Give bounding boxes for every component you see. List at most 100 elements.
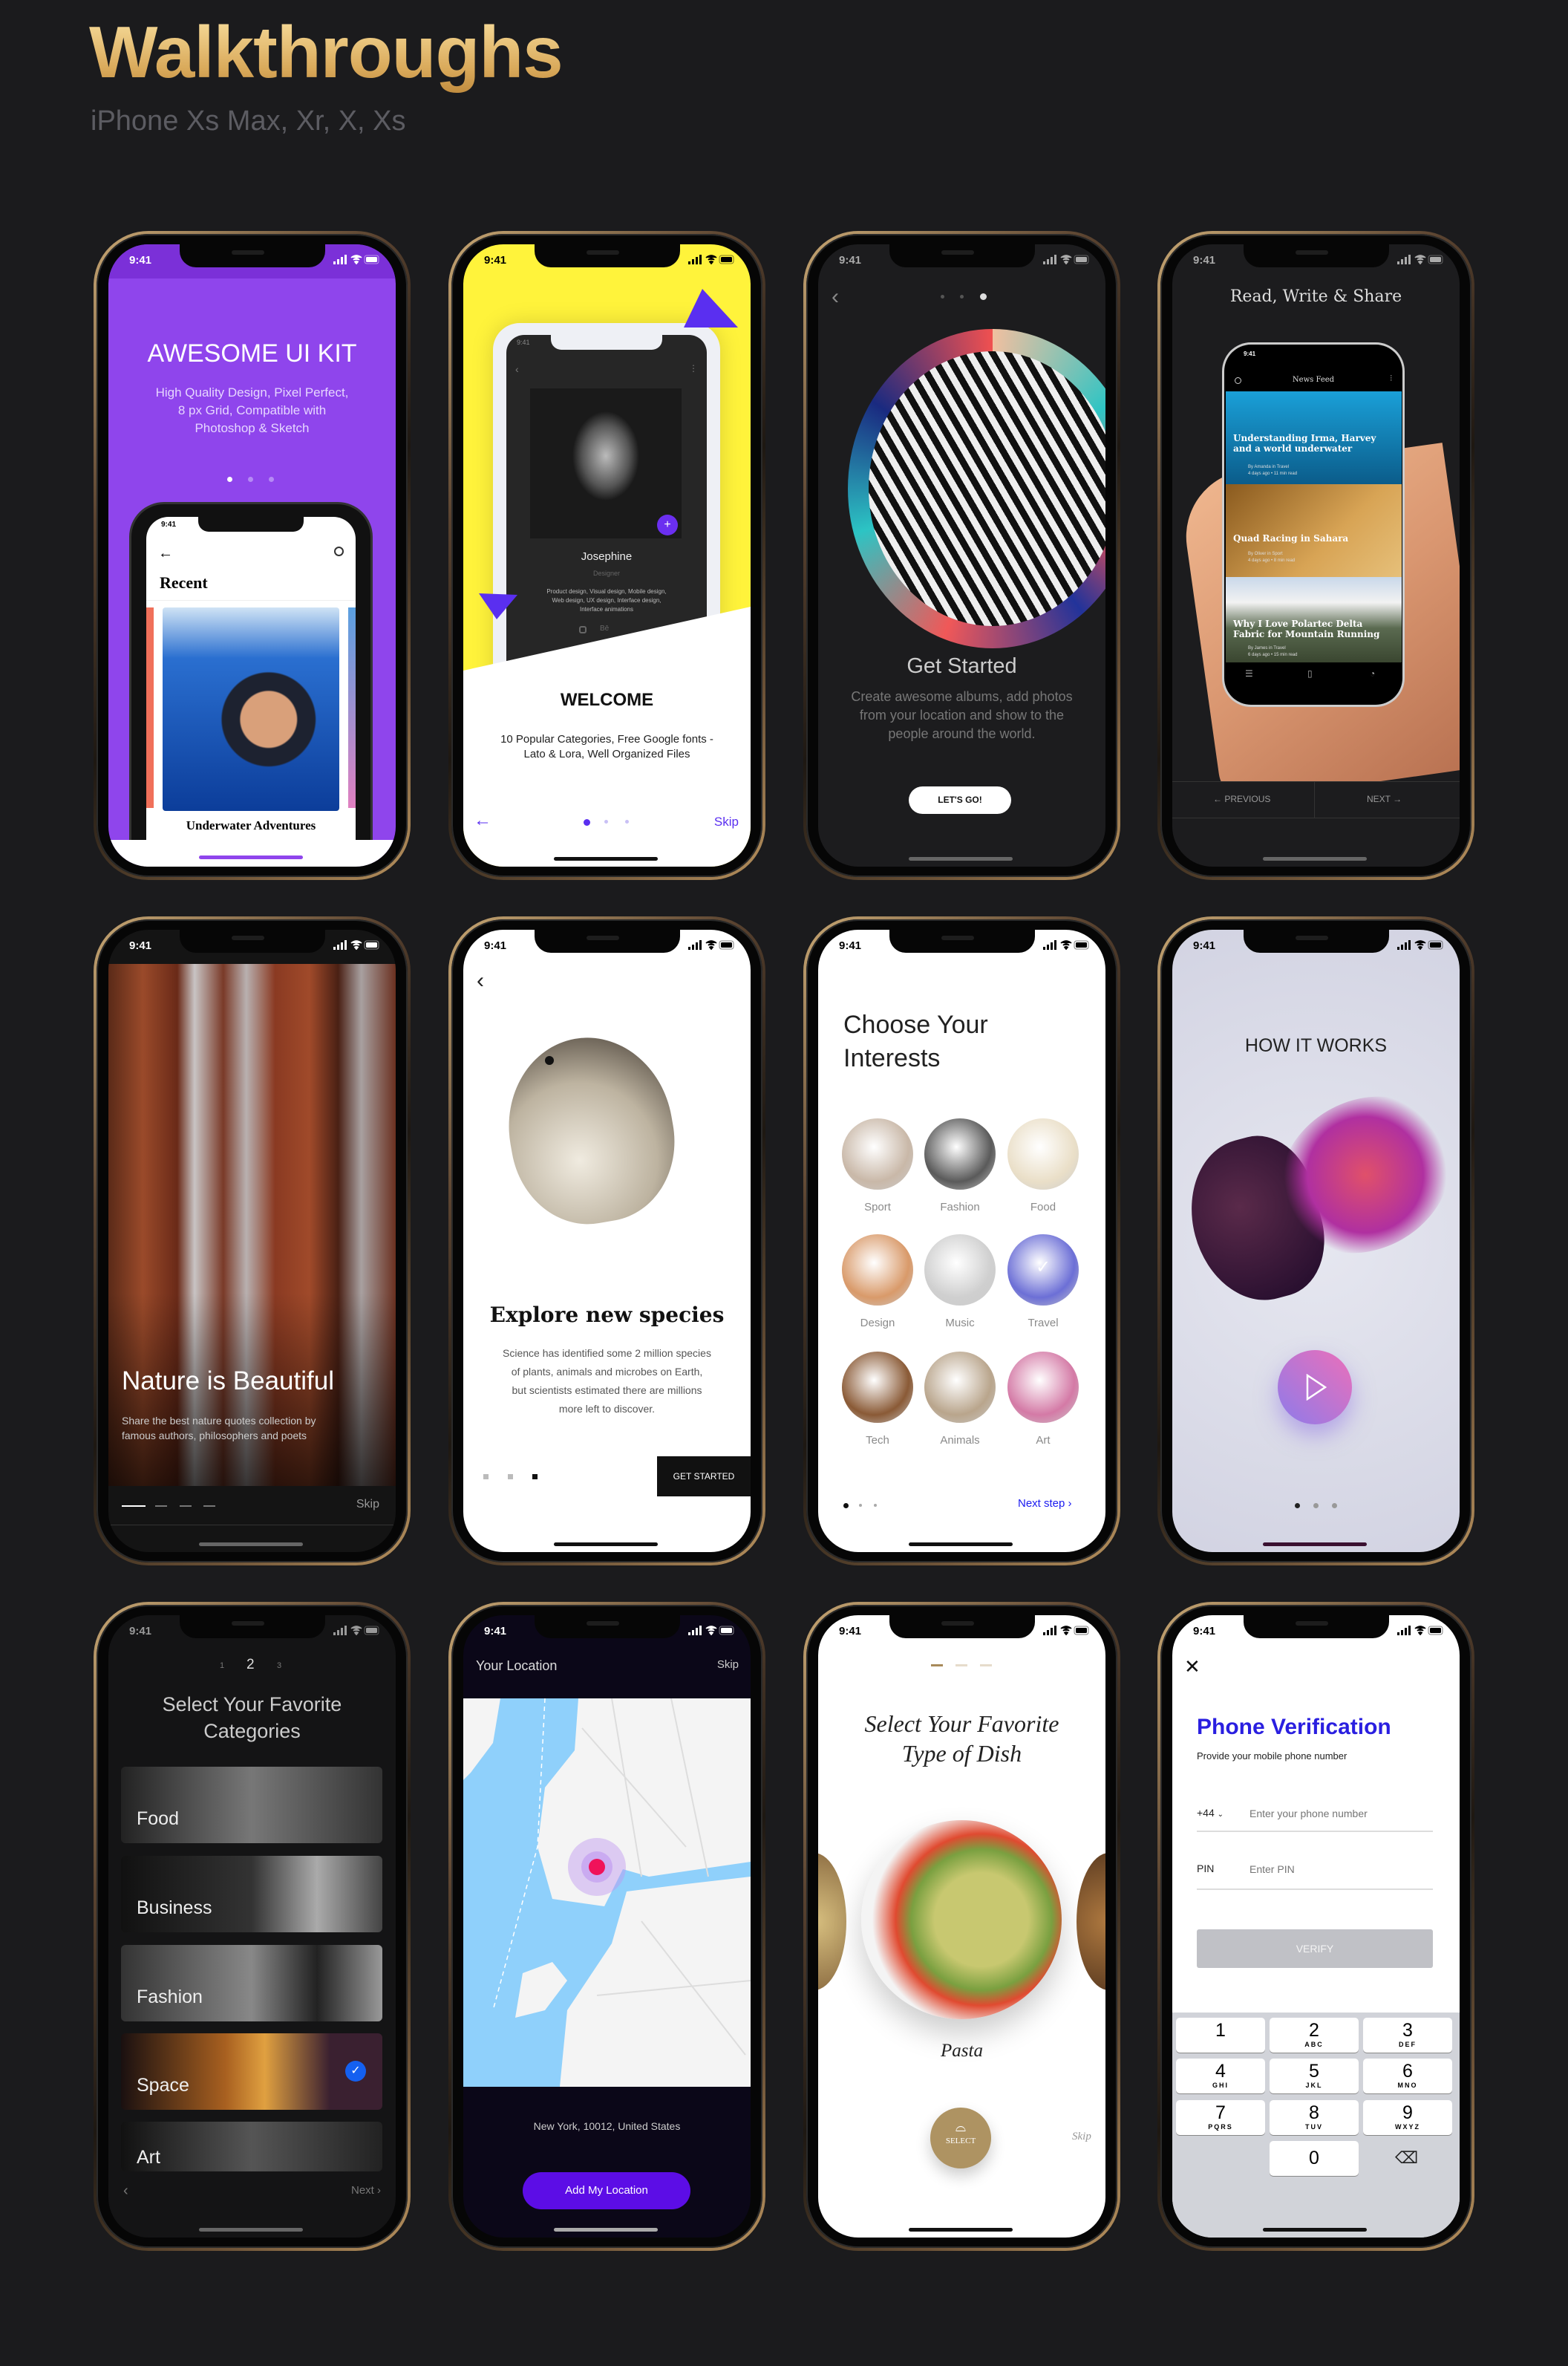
category-food[interactable]: Food: [121, 1767, 382, 1843]
filter-icon[interactable]: ⫶: [1390, 374, 1392, 384]
page-dash[interactable]: [203, 1505, 215, 1507]
backspace-icon[interactable]: ⌫: [1395, 2148, 1418, 2168]
screen: 9:41 Choose Your Interests Sport Fashion Fo…: [818, 930, 1105, 1552]
back-chevron-icon[interactable]: ‹: [832, 284, 839, 310]
pin-input[interactable]: [1250, 1860, 1431, 1879]
category-art[interactable]: Art: [121, 2122, 382, 2171]
interest-music[interactable]: [924, 1234, 996, 1306]
home-indicator: [909, 1542, 1013, 1546]
page-dash-active[interactable]: [122, 1505, 146, 1507]
page-dash-active[interactable]: [931, 1664, 943, 1666]
page-dot[interactable]: [269, 477, 274, 482]
interest-tech[interactable]: [842, 1352, 913, 1423]
page-dash[interactable]: [180, 1505, 192, 1507]
key-0[interactable]: 0: [1270, 2141, 1359, 2176]
status-icons: [1043, 1626, 1089, 1636]
page-dot[interactable]: [604, 820, 608, 824]
page-dot-active[interactable]: [1295, 1503, 1300, 1508]
key-8[interactable]: 8 TUV: [1270, 2100, 1359, 2135]
dish-option[interactable]: [1077, 1853, 1105, 1990]
page-dot-active[interactable]: [843, 1503, 849, 1508]
key-4[interactable]: 4 GHI: [1176, 2059, 1265, 2093]
play-button[interactable]: [1278, 1350, 1352, 1424]
page-dot-active[interactable]: [980, 293, 987, 300]
interest-food[interactable]: [1007, 1118, 1079, 1190]
key-5[interactable]: 5 JKL: [1270, 2059, 1359, 2093]
page-dot[interactable]: [1332, 1503, 1337, 1508]
back-chevron-icon[interactable]: ‹: [477, 968, 484, 994]
category-business[interactable]: Business: [121, 1856, 382, 1932]
back-arrow-icon[interactable]: ←: [474, 810, 491, 831]
dish-option[interactable]: [818, 1853, 846, 1990]
page-square[interactable]: [508, 1474, 513, 1479]
get-started-button[interactable]: GET STARTED: [657, 1456, 751, 1496]
interest-art[interactable]: [1007, 1352, 1079, 1423]
page-title: Walkthroughs: [89, 11, 564, 93]
page-dash[interactable]: [155, 1505, 167, 1507]
phone-number-input[interactable]: [1250, 1804, 1431, 1823]
walkthrough-title: Get Started: [906, 654, 1017, 678]
verify-button[interactable]: VERIFY: [1197, 1929, 1433, 1968]
interest-sport[interactable]: [842, 1118, 913, 1190]
key-6[interactable]: 6 MNO: [1363, 2059, 1452, 2093]
country-code-select[interactable]: +44 ⌄: [1197, 1807, 1224, 1819]
page-dot-active[interactable]: [584, 819, 590, 826]
bell-icon[interactable]: ◔: [1370, 668, 1375, 679]
key-letters: JKL: [1305, 2082, 1323, 2089]
key-2[interactable]: 2 ABC: [1270, 2018, 1359, 2053]
interest-animals[interactable]: [924, 1352, 996, 1423]
screen: 9:41 ‹ Get Started Create awesome albums…: [818, 244, 1105, 867]
page-square-active[interactable]: [532, 1474, 538, 1479]
zebra-image: [848, 329, 1105, 648]
home-indicator: [554, 857, 658, 861]
article-card[interactable]: Understanding Irma, Harvey and a world un…: [1226, 391, 1402, 484]
key-1[interactable]: 1: [1176, 2018, 1265, 2053]
key-3[interactable]: 3 DEF: [1363, 2018, 1452, 2053]
step-number[interactable]: 3: [277, 1661, 281, 1670]
category-fashion[interactable]: Fashion: [121, 1945, 382, 2021]
menu-icon[interactable]: ☰: [1245, 668, 1253, 679]
key-9[interactable]: 9 WXYZ: [1363, 2100, 1452, 2135]
interest-design[interactable]: [842, 1234, 913, 1306]
page-dot[interactable]: [625, 820, 629, 824]
next-button[interactable]: NEXT →: [1367, 794, 1402, 804]
card-image[interactable]: [163, 607, 339, 811]
skip-button[interactable]: Skip: [717, 1658, 739, 1671]
page-dash[interactable]: [956, 1664, 967, 1666]
lets-go-button[interactable]: LET'S GO!: [909, 786, 1011, 814]
back-chevron-icon[interactable]: ‹: [123, 2183, 128, 2200]
back-arrow-icon[interactable]: ←: [158, 545, 173, 562]
page-dot-active[interactable]: [227, 477, 232, 482]
page-dot[interactable]: [248, 477, 253, 482]
add-my-location-button[interactable]: Add My Location: [523, 2172, 690, 2209]
page-square[interactable]: [483, 1474, 489, 1479]
category-space[interactable]: Space ✓: [121, 2033, 382, 2110]
page-dot[interactable]: [960, 295, 964, 299]
skip-button[interactable]: Skip: [714, 815, 739, 830]
previous-button[interactable]: ← PREVIOUS: [1213, 794, 1270, 804]
page-dot[interactable]: [874, 1504, 877, 1507]
article-card[interactable]: Why I Love Polartec Delta Fabric for Moun…: [1226, 577, 1402, 662]
location-pin-icon[interactable]: [589, 1859, 605, 1875]
inner-status-time: 9:41: [161, 521, 177, 529]
page-dot[interactable]: [859, 1504, 862, 1507]
dish-pasta-image[interactable]: [861, 1820, 1062, 2019]
page-dot[interactable]: [1313, 1503, 1319, 1508]
interest-travel[interactable]: ✓: [1007, 1234, 1079, 1306]
article-card[interactable]: Quad Racing in Sahara By Oliver in Sport…: [1226, 484, 1402, 577]
skip-button[interactable]: Skip: [356, 1498, 379, 1511]
step-number[interactable]: 1: [220, 1661, 224, 1670]
next-step-button[interactable]: Next step ›: [1018, 1497, 1072, 1510]
interest-fashion[interactable]: [924, 1118, 996, 1190]
search-icon[interactable]: [334, 547, 344, 556]
book-icon[interactable]: ▯: [1307, 668, 1313, 679]
wifi-icon: [705, 1626, 717, 1636]
skip-button[interactable]: Skip: [1072, 2131, 1091, 2143]
page-dot[interactable]: [941, 295, 944, 299]
step-number-active[interactable]: 2: [246, 1657, 255, 1673]
next-button[interactable]: Next ›: [351, 2184, 381, 2197]
key-7[interactable]: 7 PQRS: [1176, 2100, 1265, 2135]
close-icon[interactable]: ✕: [1184, 1655, 1200, 1678]
page-dash[interactable]: [980, 1664, 992, 1666]
select-button[interactable]: ⌓ SELECT: [930, 2108, 991, 2168]
